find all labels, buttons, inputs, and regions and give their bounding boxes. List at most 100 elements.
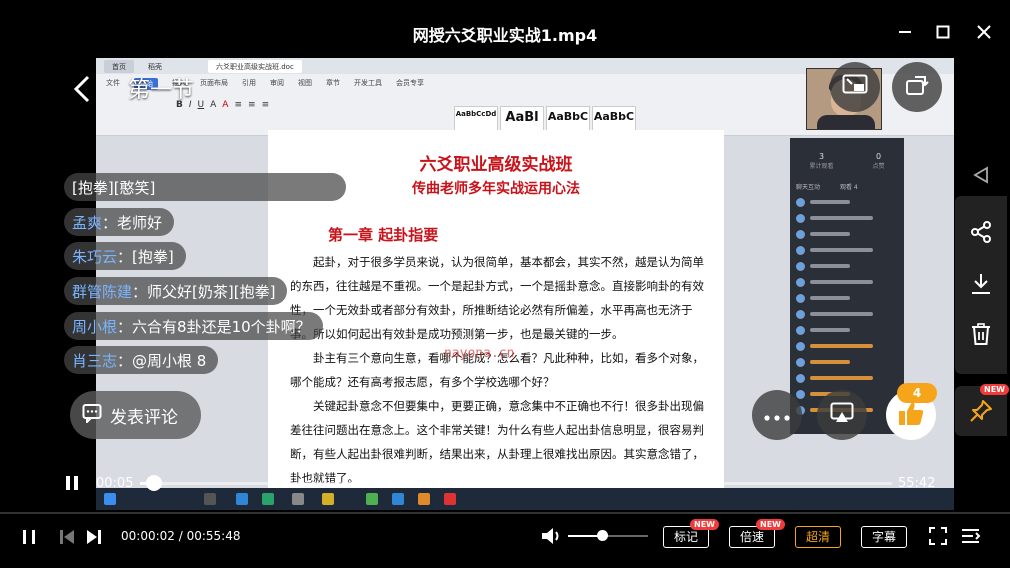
chat-text: [抱拳][憨笑]: [72, 178, 156, 197]
live-chat-row: [796, 198, 900, 208]
title-bar: 网授六爻职业实战1.mp4: [0, 0, 1010, 58]
post-comment-button[interactable]: 发表评论: [70, 391, 201, 439]
live-tabs: 聊天互动 观看 4: [796, 182, 858, 191]
close-icon[interactable]: [972, 20, 996, 44]
taskbar-app-icon: [236, 493, 248, 505]
ribbon-tab: 开发工具: [354, 79, 382, 87]
player-progress-track[interactable]: [0, 512, 1010, 514]
like-label: 点赞: [872, 163, 885, 170]
video-seek-bar[interactable]: [140, 482, 892, 485]
chat-text: 师父好[奶茶][抱拳]: [147, 282, 276, 301]
style-heading2: AaBbC: [546, 106, 590, 132]
watermark: nayona.cn: [444, 346, 515, 361]
chat-user-name: 朱巧云: [72, 247, 118, 266]
viewer-count: 3: [818, 152, 825, 161]
share-icon[interactable]: [969, 220, 993, 244]
fullscreen-icon[interactable]: [929, 527, 947, 549]
quality-button[interactable]: 超清: [795, 526, 841, 548]
ribbon-tab: 引用: [242, 79, 256, 87]
new-badge: NEW: [980, 384, 1009, 395]
live-chat-row: [796, 278, 900, 288]
chat-text: [抱拳]: [132, 247, 174, 266]
ribbon-tab: 会员专享: [396, 79, 424, 87]
rotate-button[interactable]: [892, 62, 942, 112]
volume-slider[interactable]: [568, 535, 648, 537]
back-icon[interactable]: [70, 74, 94, 104]
more-button[interactable]: [752, 390, 802, 440]
taskbar-app-icon: [418, 493, 430, 505]
taskbar-app-icon: [262, 493, 274, 505]
picture-in-picture-icon: [842, 74, 868, 100]
playlist-icon[interactable]: [961, 527, 981, 549]
chat-message: 肖三志： @周小根 8: [64, 346, 219, 374]
chat-message: 群管陈建：师父好[奶茶][抱拳]: [64, 277, 288, 305]
chat-user-name: 群管陈建: [72, 282, 133, 301]
tab-viewers: 观看 4: [840, 184, 858, 191]
taskbar-app-icon: [292, 493, 304, 505]
chat-message: [抱拳][憨笑]: [64, 173, 346, 201]
volume-knob[interactable]: [597, 530, 608, 541]
wps-doc-tab: 六爻职业高级实战班.doc: [208, 60, 302, 73]
doc-body: 起卦，对于很多学员来说，认为很简单，基本都会，其实不然，越是认为简单的东西，往往…: [290, 250, 706, 490]
taskbar-app-icon: [444, 493, 456, 505]
cast-screen-icon: [830, 402, 854, 428]
chat-message: 周小根：六合有8卦还是10个卦啊？: [64, 312, 323, 340]
doc-paragraph: 关键起卦意念不但要集中，更要正确，意念集中不正确也不行！很多卦出现偏差往往问题出…: [290, 399, 704, 485]
player-time: 00:00:02 / 00:55:48: [121, 529, 241, 543]
live-chat-row: [796, 246, 900, 256]
subtitle-button[interactable]: 字幕: [861, 526, 907, 548]
windows-taskbar: [96, 488, 954, 510]
thumbs-up-icon: [897, 399, 925, 431]
chat-message: 朱巧云： [抱拳]: [64, 242, 186, 270]
live-stats: 3 累计观看 0 点赞: [790, 152, 904, 170]
delete-icon[interactable]: [969, 322, 993, 346]
video-duration: 55:42: [898, 476, 936, 491]
minimize-icon[interactable]: [893, 20, 917, 44]
comment-icon: [82, 403, 102, 427]
doc-title: 六爻职业高级实战班: [419, 155, 573, 175]
like-count: 4: [897, 383, 937, 403]
style-heading1: AaBl: [500, 106, 544, 132]
chat-user-name: 周小根: [72, 317, 118, 336]
taskbar-app-icon: [322, 493, 334, 505]
video-seek-knob[interactable]: [146, 475, 162, 491]
live-chat-row: [796, 374, 900, 384]
chat-user-name: 肖三志: [72, 351, 118, 370]
volume-fill: [568, 535, 600, 537]
ribbon-tab: 审阅: [270, 79, 284, 87]
video-player-window: 网授六爻职业实战1.mp4 首页 稻壳 六爻职业高级实战班.doc 文件 开始 插入…: [0, 0, 1010, 568]
live-chat-row: [796, 262, 900, 272]
rotate-icon: [905, 73, 929, 101]
previous-icon[interactable]: [58, 528, 76, 550]
chat-text: @周小根 8: [132, 351, 207, 370]
chat-message: 孟爽：老师好: [64, 208, 175, 236]
style-normal: AaBbCcDd: [454, 106, 498, 132]
ribbon-tab: 文件: [106, 79, 120, 87]
chat-text: 六合有8卦还是10个卦啊？: [132, 317, 311, 336]
like-total: 0: [875, 152, 882, 161]
viewer-label: 累计观看: [809, 163, 834, 170]
maximize-icon[interactable]: [931, 20, 955, 44]
volume-icon[interactable]: [540, 526, 562, 550]
pin-icon: [969, 399, 993, 423]
ribbon-tab: 页面布局: [200, 79, 228, 87]
taskbar-app-icon: [392, 493, 404, 505]
pip-button[interactable]: [830, 62, 880, 112]
new-badge: NEW: [756, 519, 785, 530]
pause-icon[interactable]: [64, 474, 80, 492]
pause-icon[interactable]: [20, 528, 38, 550]
live-chat-row: [796, 294, 900, 304]
comment-label: 发表评论: [110, 407, 178, 428]
chat-user-name: 孟爽: [72, 213, 103, 232]
doc-paragraph: 起卦，对于很多学员来说，认为很简单，基本都会，其实不然，越是认为简单的东西，往往…: [290, 255, 704, 341]
side-action-bar: [955, 196, 1007, 374]
live-chat-row: [796, 310, 900, 320]
ribbon-tab: 章节: [326, 79, 340, 87]
cast-button[interactable]: [817, 390, 867, 440]
next-icon[interactable]: [85, 528, 103, 550]
live-chat-row: [796, 342, 900, 352]
download-icon[interactable]: [969, 272, 993, 296]
windows-start-icon: [104, 493, 116, 505]
collapse-panel-icon[interactable]: [972, 166, 990, 188]
taskbar-app-icon: [204, 493, 216, 505]
